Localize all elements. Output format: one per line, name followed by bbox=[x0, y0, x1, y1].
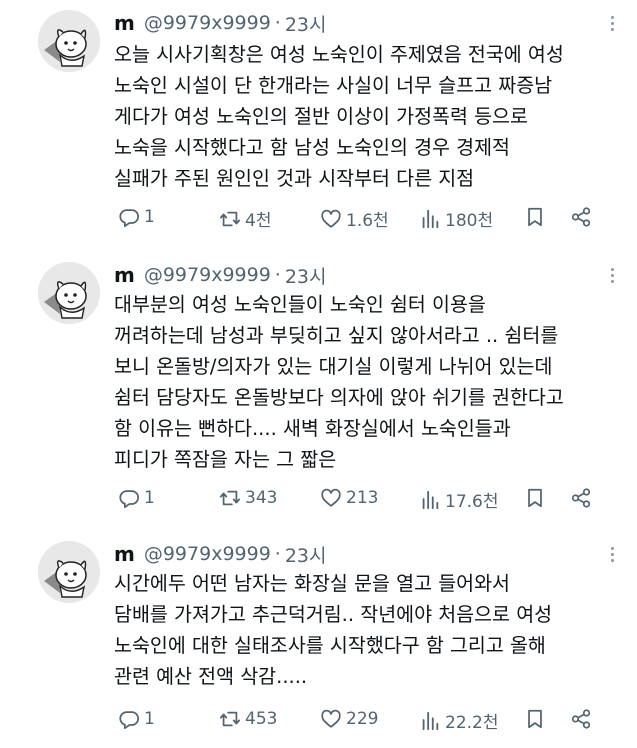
action-bar: 1 343 213 17.6천 bbox=[114, 487, 604, 513]
share-button[interactable] bbox=[570, 206, 592, 228]
bookmark-button[interactable] bbox=[524, 708, 546, 730]
views-button[interactable]: 180천 bbox=[419, 206, 493, 231]
tweet-text: 시간에두 어떤 남자는 화장실 문을 열고 들어와서 담배를 가져가고 추근덕거… bbox=[114, 568, 614, 692]
timestamp[interactable]: 23시 bbox=[285, 541, 327, 568]
retweet-button[interactable]: 4천 bbox=[219, 206, 271, 231]
separator-dot: · bbox=[274, 264, 281, 286]
retweet-count: 453 bbox=[245, 709, 278, 729]
tweet-text-line: 노숙을 시작했다고 함 남성 노숙인의 경우 경제적 bbox=[114, 136, 510, 159]
heart-icon bbox=[320, 208, 342, 230]
avatar[interactable] bbox=[38, 262, 100, 324]
retweet-button[interactable]: 343 bbox=[219, 487, 277, 509]
bookmark-button[interactable] bbox=[524, 206, 546, 228]
like-button[interactable]: 229 bbox=[320, 708, 378, 730]
share-icon bbox=[570, 487, 592, 509]
like-count: 1.6천 bbox=[346, 211, 389, 231]
display-name[interactable]: m bbox=[114, 542, 135, 566]
tweet-header: m @9979x9999 · 23시 bbox=[114, 541, 614, 567]
tweet-text-line: 대부분의 여성 노숙인들이 노숙인 쉼터 이용을 bbox=[114, 293, 486, 316]
cartoon-dog-avatar-icon bbox=[38, 541, 100, 603]
heart-icon bbox=[320, 708, 342, 730]
tweet-text-line: 담배를 가져가고 추근덕거림.. 작년에야 처음으로 여성 bbox=[114, 603, 553, 626]
heart-icon bbox=[320, 487, 342, 509]
tweet-text-line: 실패가 주된 원인인 것과 시작부터 다른 지점 bbox=[114, 167, 475, 190]
reply-button[interactable]: 1 bbox=[118, 487, 155, 509]
retweet-count: 4천 bbox=[245, 211, 272, 231]
tweet-text-line: 오늘 시사기획창은 여성 노숙인이 주제였음 전국에 여성 bbox=[114, 43, 564, 66]
separator-dot: · bbox=[274, 543, 281, 565]
separator-dot: · bbox=[274, 12, 281, 34]
tweet-text-line: 보니 온돌방/의자가 있는 대기실 이렇게 나뉘어 있는데 bbox=[114, 355, 553, 378]
timestamp[interactable]: 23시 bbox=[285, 262, 327, 289]
tweet-text-line: 노숙인에 대한 실태조사를 시작했다구 함 그리고 올해 bbox=[114, 634, 546, 657]
reply-button[interactable]: 1 bbox=[118, 206, 155, 228]
views-button[interactable]: 17.6천 bbox=[419, 487, 499, 512]
more-dots-icon[interactable] bbox=[602, 12, 622, 34]
views-chart-icon bbox=[419, 489, 441, 511]
like-button[interactable]: 1.6천 bbox=[320, 206, 389, 231]
more-dots-icon[interactable] bbox=[602, 264, 622, 286]
display-name[interactable]: m bbox=[114, 11, 135, 35]
reply-button[interactable]: 1 bbox=[118, 708, 155, 730]
like-button[interactable]: 213 bbox=[320, 487, 378, 509]
tweet-text-line: 관련 예산 전액 삭감..... bbox=[114, 665, 308, 688]
cartoon-dog-avatar-icon bbox=[38, 262, 100, 324]
tweet-text-line: 노숙인 시설이 단 한개라는 사실이 너무 슬프고 짜증남 bbox=[114, 74, 553, 97]
views-button[interactable]: 22.2천 bbox=[419, 708, 499, 733]
tweet-header: m @9979x9999 · 23시 bbox=[114, 262, 614, 288]
share-icon bbox=[570, 708, 592, 730]
reply-count: 1 bbox=[144, 207, 155, 227]
like-count: 229 bbox=[346, 709, 379, 729]
bookmark-icon bbox=[524, 708, 546, 730]
reply-icon bbox=[118, 708, 140, 730]
views-chart-icon bbox=[419, 710, 441, 732]
user-handle[interactable]: @9979x9999 bbox=[144, 543, 271, 565]
tweet-text-line: 쉼터 담당자도 온돌방보다 의자에 앉아 쉬기를 권한다고 bbox=[114, 386, 564, 409]
like-count: 213 bbox=[346, 488, 379, 508]
action-bar: 1 453 229 22.2천 bbox=[114, 708, 604, 734]
tweet-text-line: 함 이유는 뻔하다.... 새벽 화장실에서 노숙인들과 bbox=[114, 417, 511, 440]
share-icon bbox=[570, 206, 592, 228]
tweet-text-line: 게다가 여성 노숙인의 절반 이상이 가정폭력 등으로 bbox=[114, 105, 528, 128]
avatar[interactable] bbox=[38, 541, 100, 603]
bookmark-icon bbox=[524, 487, 546, 509]
bookmark-button[interactable] bbox=[524, 487, 546, 509]
action-bar: 1 4천 1.6천 180천 bbox=[114, 206, 604, 232]
user-handle[interactable]: @9979x9999 bbox=[144, 264, 271, 286]
reply-icon bbox=[118, 206, 140, 228]
retweet-icon bbox=[219, 487, 241, 509]
share-button[interactable] bbox=[570, 708, 592, 730]
more-dots-icon[interactable] bbox=[602, 543, 622, 565]
share-button[interactable] bbox=[570, 487, 592, 509]
reply-count: 1 bbox=[144, 709, 155, 729]
views-count: 17.6천 bbox=[445, 492, 499, 512]
cartoon-dog-avatar-icon bbox=[38, 10, 100, 72]
display-name[interactable]: m bbox=[114, 263, 135, 287]
timestamp[interactable]: 23시 bbox=[285, 10, 327, 37]
tweet-text-line: 꺼려하는데 남성과 부딪히고 싶지 않아서라고 .. 쉼터를 bbox=[114, 324, 559, 347]
avatar[interactable] bbox=[38, 10, 100, 72]
retweet-icon bbox=[219, 208, 241, 230]
reply-icon bbox=[118, 487, 140, 509]
views-count: 180천 bbox=[445, 211, 494, 231]
tweet-text-line: 피디가 쪽잠을 자는 그 짧은 bbox=[114, 448, 337, 471]
views-count: 22.2천 bbox=[445, 713, 499, 733]
reply-count: 1 bbox=[144, 488, 155, 508]
views-chart-icon bbox=[419, 208, 441, 230]
tweet-text: 대부분의 여성 노숙인들이 노숙인 쉼터 이용을 꺼려하는데 남성과 부딪히고 … bbox=[114, 289, 614, 475]
retweet-count: 343 bbox=[245, 488, 278, 508]
tweet-text-line: 시간에두 어떤 남자는 화장실 문을 열고 들어와서 bbox=[114, 572, 510, 595]
tweet-text: 오늘 시사기획창은 여성 노숙인이 주제였음 전국에 여성 노숙인 시설이 단 … bbox=[114, 39, 614, 194]
tweet-header: m @9979x9999 · 23시 bbox=[114, 10, 614, 36]
retweet-icon bbox=[219, 708, 241, 730]
retweet-button[interactable]: 453 bbox=[219, 708, 277, 730]
user-handle[interactable]: @9979x9999 bbox=[144, 12, 271, 34]
bookmark-icon bbox=[524, 206, 546, 228]
